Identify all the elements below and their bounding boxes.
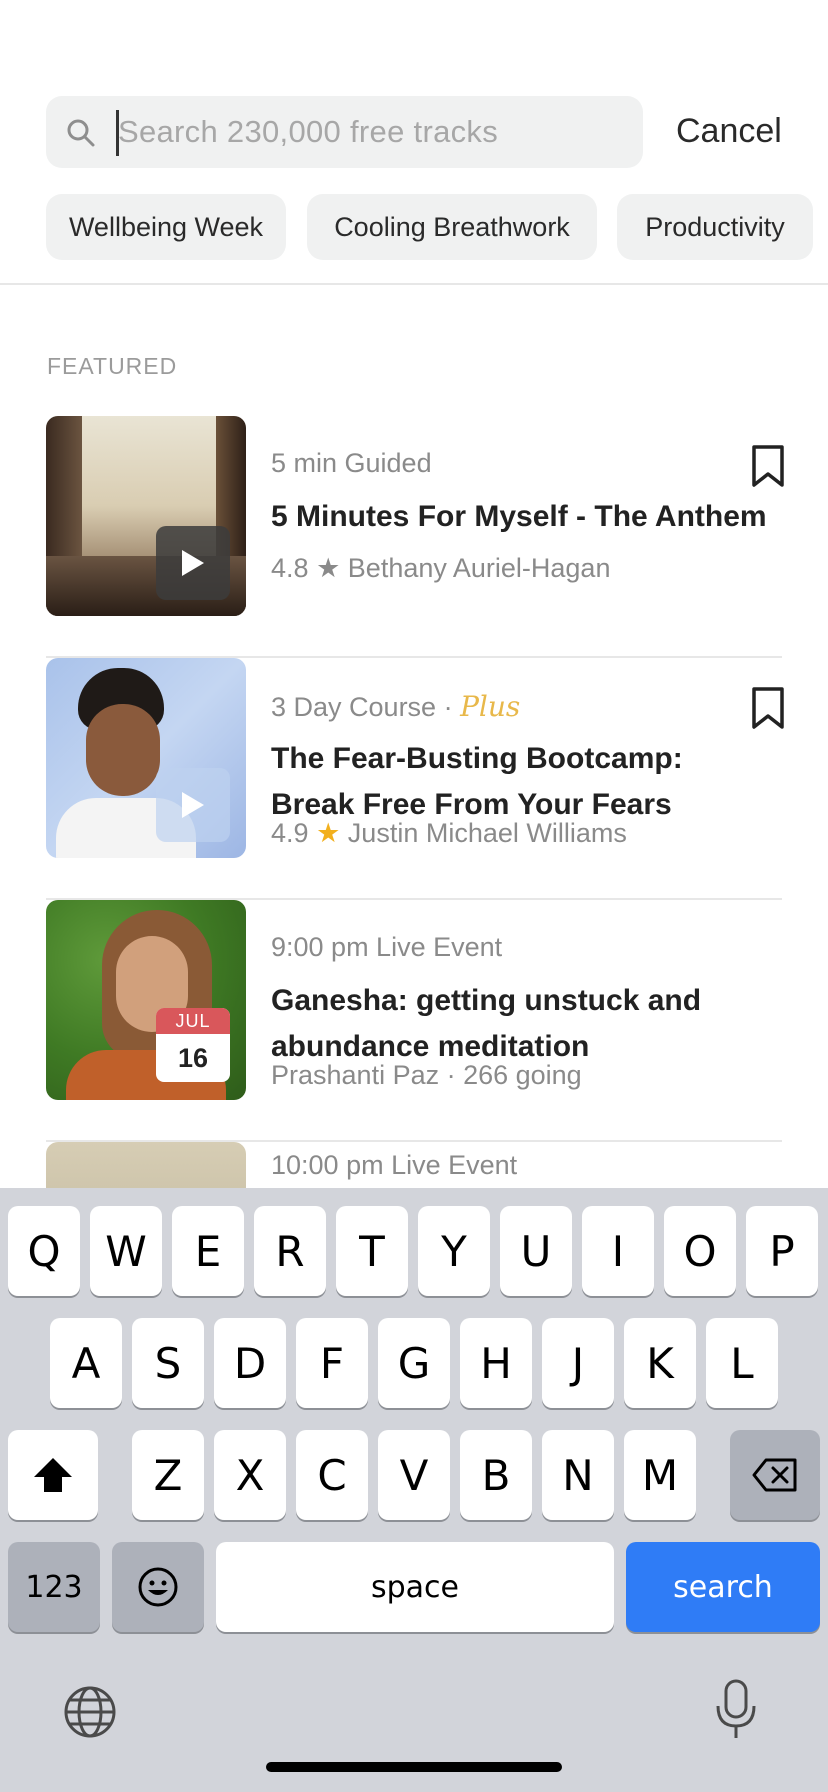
search-box[interactable] — [46, 96, 643, 168]
search-icon — [67, 119, 95, 147]
star-icon: ★ — [316, 818, 341, 848]
key-c[interactable]: C — [296, 1430, 368, 1520]
shift-key[interactable] — [8, 1430, 98, 1520]
key-b[interactable]: B — [460, 1430, 532, 1520]
course-meta-text: 3 Day Course · — [271, 692, 453, 722]
key-e[interactable]: E — [172, 1206, 244, 1296]
event-thumbnail: JUL 16 — [46, 900, 246, 1100]
play-button[interactable] — [156, 768, 230, 842]
home-indicator — [266, 1762, 562, 1772]
event-meta: 9:00 pm Live Event — [271, 932, 503, 962]
backspace-icon — [752, 1458, 797, 1492]
author-name: Bethany Auriel-Hagan — [347, 553, 611, 583]
bookmark-icon[interactable] — [750, 444, 786, 488]
key-h[interactable]: H — [460, 1318, 532, 1408]
event-day: 16 — [177, 1043, 209, 1073]
play-icon — [182, 550, 204, 576]
list-item[interactable]: JUL 16 9:00 pm Live Event Ganesha: getti… — [46, 900, 782, 1142]
plus-badge: Plus — [460, 690, 521, 723]
course-meta: 3 Day Course · Plus — [271, 690, 520, 723]
key-d[interactable]: D — [214, 1318, 286, 1408]
track-rating-author: 4.8 ★ Bethany Auriel-Hagan — [271, 553, 610, 584]
key-o[interactable]: O — [664, 1206, 736, 1296]
chip-productivity[interactable]: Productivity — [617, 194, 813, 260]
key-p[interactable]: P — [746, 1206, 818, 1296]
key-y[interactable]: Y — [418, 1206, 490, 1296]
key-v[interactable]: V — [378, 1430, 450, 1520]
list-item[interactable]: 3 Day Course · Plus The Fear-Busting Boo… — [46, 658, 784, 900]
event-title: Ganesha: getting unstuck and abundance m… — [271, 984, 702, 1063]
search-input[interactable] — [118, 96, 618, 168]
key-u[interactable]: U — [500, 1206, 572, 1296]
rating-value: 4.9 — [271, 818, 309, 848]
course-thumbnail — [46, 658, 246, 858]
list-item[interactable]: 5 min Guided 5 Minutes For Myself - The … — [46, 416, 784, 658]
key-i[interactable]: I — [582, 1206, 654, 1296]
key-z[interactable]: Z — [132, 1430, 204, 1520]
author-name: Justin Michael Williams — [347, 818, 627, 848]
search-key[interactable]: search — [626, 1542, 820, 1632]
header-divider — [0, 283, 828, 285]
key-m[interactable]: M — [624, 1430, 696, 1520]
globe-icon[interactable] — [62, 1684, 118, 1740]
event-month: JUL — [156, 1008, 230, 1034]
event-thumbnail — [46, 1142, 246, 1188]
filter-chips: Wellbeing Week Cooling Breathwork Produc… — [46, 194, 828, 260]
bookmark-icon[interactable] — [750, 686, 786, 730]
key-q[interactable]: Q — [8, 1206, 80, 1296]
key-s[interactable]: S — [132, 1318, 204, 1408]
key-j[interactable]: J — [542, 1318, 614, 1408]
chip-wellbeing-week[interactable]: Wellbeing Week — [46, 194, 286, 260]
section-label-featured: FEATURED — [47, 353, 178, 379]
keyboard: Q W E R T Y U I O P A S D F G H J K L Z … — [0, 1188, 828, 1792]
key-k[interactable]: K — [624, 1318, 696, 1408]
emoji-icon — [138, 1567, 178, 1607]
list-item[interactable]: 10:00 pm Live Event — [46, 1142, 782, 1188]
backspace-key[interactable] — [730, 1430, 820, 1520]
track-meta: 5 min Guided — [271, 448, 432, 478]
microphone-icon[interactable] — [714, 1678, 758, 1742]
key-w[interactable]: W — [90, 1206, 162, 1296]
course-title: The Fear-Busting Bootcamp: Break Free Fr… — [271, 742, 683, 821]
event-host-attendees: Prashanti Paz · 266 going — [271, 1060, 582, 1090]
chip-cooling-breathwork[interactable]: Cooling Breathwork — [307, 194, 597, 260]
key-l[interactable]: L — [706, 1318, 778, 1408]
rating-value: 4.8 — [271, 553, 309, 583]
event-date-badge: JUL 16 — [156, 1008, 230, 1082]
key-r[interactable]: R — [254, 1206, 326, 1296]
key-g[interactable]: G — [378, 1318, 450, 1408]
event-meta: 10:00 pm Live Event — [271, 1150, 518, 1180]
star-icon: ★ — [316, 553, 341, 583]
key-f[interactable]: F — [296, 1318, 368, 1408]
search-row: Cancel — [46, 96, 828, 168]
shift-icon — [34, 1458, 72, 1492]
key-x[interactable]: X — [214, 1430, 286, 1520]
cancel-button[interactable]: Cancel — [676, 112, 782, 151]
play-button[interactable] — [156, 526, 230, 600]
key-a[interactable]: A — [50, 1318, 122, 1408]
track-thumbnail — [46, 416, 246, 616]
emoji-key[interactable] — [112, 1542, 204, 1632]
numbers-key[interactable]: 123 — [8, 1542, 100, 1632]
key-t[interactable]: T — [336, 1206, 408, 1296]
play-icon — [182, 792, 204, 818]
key-n[interactable]: N — [542, 1430, 614, 1520]
track-title: 5 Minutes For Myself - The Anthem — [271, 500, 767, 533]
space-key[interactable]: space — [216, 1542, 614, 1632]
course-rating-author: 4.9 ★ Justin Michael Williams — [271, 818, 627, 849]
